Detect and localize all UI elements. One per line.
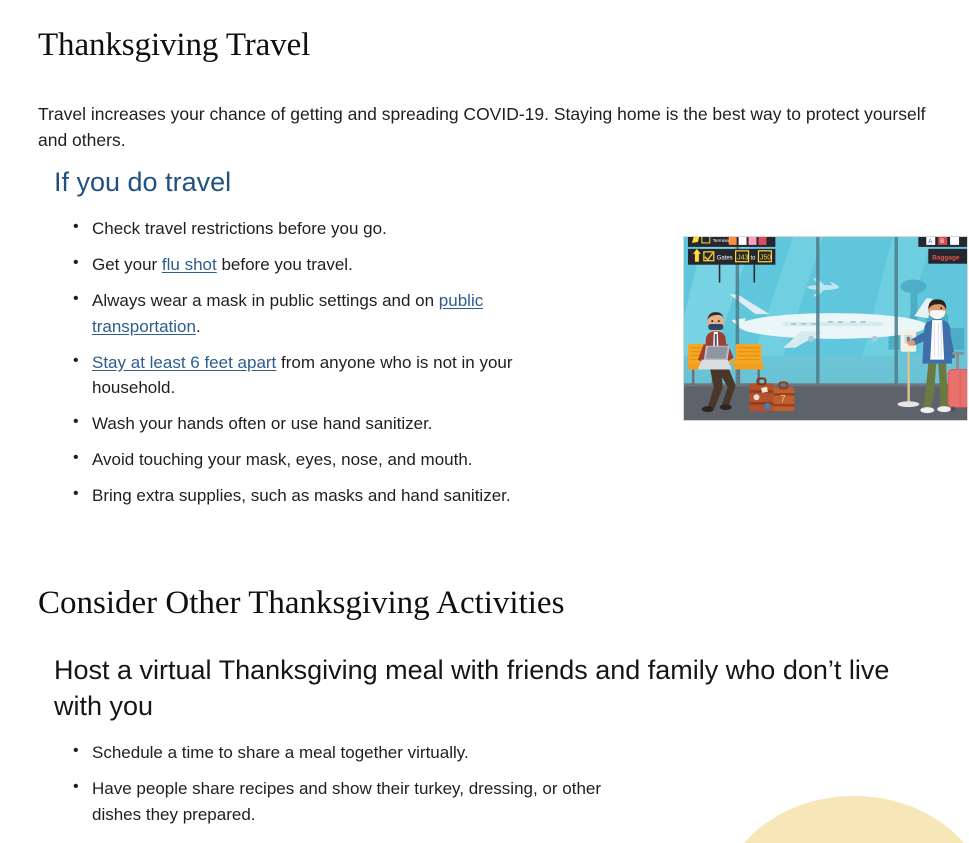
list-item-text: Bring extra supplies, such as masks and … xyxy=(92,486,511,505)
list-item: Have people share recipes and show their… xyxy=(73,775,622,827)
svg-text:Terminal: Terminal xyxy=(713,238,730,243)
svg-text:Baggage: Baggage xyxy=(932,255,960,262)
virtual-meal-illustration xyxy=(679,758,969,843)
list-item: Always wear a mask in public settings an… xyxy=(73,287,582,339)
gate-sign: Gates J43 to J50 Terminal xyxy=(687,237,776,265)
inline-link[interactable]: flu shot xyxy=(162,255,217,274)
svg-text:Gates: Gates xyxy=(717,256,733,262)
intro-paragraph: Travel increases your chance of getting … xyxy=(38,103,926,151)
list-item: Wash your hands often or use hand saniti… xyxy=(73,410,582,437)
list-item-text: Check travel restrictions before you go. xyxy=(92,219,387,238)
section-heading-other-activities: Consider Other Thanksgiving Activities xyxy=(38,585,565,621)
travel-tips-list: Check travel restrictions before you go.… xyxy=(62,215,582,519)
list-item-text: Avoid touching your mask, eyes, nose, an… xyxy=(92,450,473,469)
virtual-meal-scene-svg xyxy=(679,758,969,843)
list-item: Bring extra supplies, such as masks and … xyxy=(73,482,582,509)
list-item: Get your flu shot before you travel. xyxy=(73,251,582,278)
list-item: Schedule a time to share a meal together… xyxy=(73,739,622,766)
list-item-text: Wash your hands often or use hand saniti… xyxy=(92,414,433,433)
list-item: Check travel restrictions before you go. xyxy=(73,215,582,242)
subheading-if-you-do-travel: If you do travel xyxy=(54,167,232,197)
svg-text:A: A xyxy=(928,239,932,245)
list-item: Stay at least 6 feet apart from anyone w… xyxy=(73,349,582,401)
list-item-text: before you travel. xyxy=(216,255,353,274)
subheading-virtual-meal: Host a virtual Thanksgiving meal with fr… xyxy=(54,655,890,721)
list-item: Avoid touching your mask, eyes, nose, an… xyxy=(73,446,582,473)
document-page: Thanksgiving Travel Travel increases you… xyxy=(0,0,969,843)
virtual-meal-tips-list: Schedule a time to share a meal together… xyxy=(62,739,622,838)
inline-link[interactable]: Stay at least 6 feet apart xyxy=(92,353,276,372)
list-item-text: Always wear a mask in public settings an… xyxy=(92,291,439,310)
svg-text:to: to xyxy=(751,255,757,261)
svg-text:J43: J43 xyxy=(737,254,748,261)
airport-terminal-illustration: Gates J43 to J50 Terminal Baggage A B 7 xyxy=(683,236,968,421)
svg-text:B: B xyxy=(940,239,944,245)
svg-text:7: 7 xyxy=(780,394,786,405)
airport-scene-svg: Gates J43 to J50 Terminal Baggage A B 7 xyxy=(684,237,967,420)
list-item-text: Get your xyxy=(92,255,162,274)
list-item-text: . xyxy=(195,316,201,336)
page-title: Thanksgiving Travel xyxy=(38,27,311,63)
svg-text:J50: J50 xyxy=(760,254,771,261)
